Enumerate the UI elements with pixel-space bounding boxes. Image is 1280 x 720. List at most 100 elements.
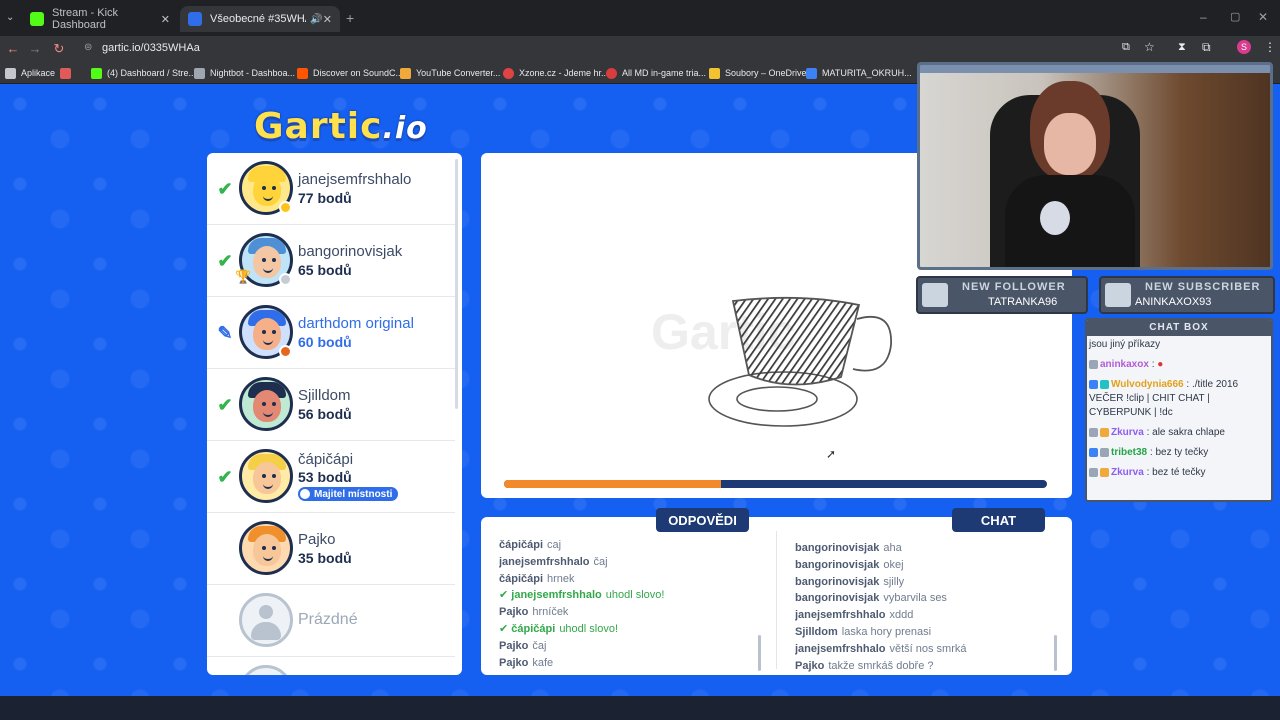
player-row-drawing: ✎ darthdom original 60 bodů	[207, 297, 455, 369]
tab-answers[interactable]: ODPOVĚDI	[656, 508, 749, 532]
close-tab-icon[interactable]: ✕	[161, 13, 170, 26]
drawing-pencil-icon: ✎	[217, 323, 233, 343]
level-badge-icon	[279, 345, 292, 358]
chatbox-user: Zkurva	[1111, 467, 1144, 478]
bookmark-item[interactable]: Soubory – OneDrive	[709, 65, 807, 81]
profile-avatar[interactable]: S	[1237, 40, 1251, 54]
bookmark-item[interactable]: Discover on SoundC...	[297, 65, 403, 81]
new-follower-alert: NEW FOLLOWER TATRANKA96	[916, 276, 1088, 314]
guessed-check-icon: ✔	[217, 179, 233, 199]
bookmark-label: Soubory – OneDrive	[725, 68, 807, 78]
chatbox-title: CHAT BOX	[1087, 320, 1271, 336]
answer-text: hrnek	[547, 572, 575, 585]
player-name: Pajko	[298, 531, 336, 548]
answer-author: Pajko	[499, 656, 529, 669]
chat-line: janejsemfrshhalo větší nos smrká	[795, 641, 1057, 658]
player-points: 35 bodů	[298, 550, 352, 566]
chat-author: Sjilldom	[795, 625, 838, 638]
answers-chat-panel: ODPOVĚDI CHAT čápičápi caj janejsemfrshha…	[481, 508, 1072, 675]
answer-line: janejsemfrshhalo čaj	[499, 554, 769, 571]
player-name: darthdom original	[298, 315, 414, 332]
badge-icon	[1089, 447, 1098, 457]
tab-chat[interactable]: CHAT	[952, 508, 1045, 532]
chat-text: takže smrkáš dobře ?	[828, 659, 934, 672]
bookmark-item[interactable]: (4) Dashboard / Stre...	[91, 65, 196, 81]
xzone-icon	[503, 67, 514, 79]
grid-icon	[60, 67, 71, 79]
chatbox-text: : ale sakra chlape	[1146, 427, 1225, 438]
chat-line: Pajko takže smrkáš dobře ?	[795, 658, 1057, 675]
extension-icon[interactable]: ⧗	[1178, 41, 1186, 54]
forward-button[interactable]: →	[26, 40, 44, 58]
chat-line: janejsemfrshhalo xddd	[795, 607, 1057, 624]
panel-divider	[776, 531, 777, 669]
alert-name: TATRANKA96	[988, 296, 1058, 308]
tab-kick-dashboard[interactable]: Stream - Kick Dashboard ✕	[22, 6, 178, 32]
address-toolbar: ← → ↻ ⊜ gartic.io/0335WHAa ⧉ ☆ ⧗ ⧉ S ⋮	[0, 36, 1280, 62]
badge-icon	[1100, 427, 1109, 437]
bookmark-item[interactable]: MATURITA_OKRUH...	[806, 65, 912, 81]
omnibox[interactable]: ⊜ gartic.io/0335WHAa	[78, 38, 1108, 60]
logo-main: Gartic	[254, 106, 383, 147]
badge-icon	[1100, 379, 1109, 389]
guessed-check-icon: ✔	[217, 395, 233, 415]
answer-author: čápičápi	[511, 622, 556, 635]
answer-line: Pajko čaj	[499, 638, 769, 655]
bookmark-label: Xzone.cz - Jdeme hr...	[519, 68, 609, 78]
answer-author: čápičápi	[499, 572, 544, 585]
badge-icon	[1089, 379, 1098, 389]
chat-author: janejsemfrshhalo	[795, 609, 886, 622]
chatbox-text: jsou jiný příkazy	[1089, 339, 1161, 350]
chatbox-line: Zkurva : ale sakra chlape	[1087, 426, 1271, 440]
new-subscriber-alert: NEW SUBSCRIBER ANINKAXOX93	[1099, 276, 1275, 314]
bookmark-label: Nightbot - Dashboa...	[210, 68, 296, 78]
chatbox-line: Wulvodynia666 : ./title 2016 VEČER !clip…	[1087, 378, 1271, 420]
empty-slot-label: Prázdné	[298, 611, 358, 628]
close-window-button[interactable]: ✕	[1258, 10, 1268, 24]
heart-icon	[922, 283, 948, 307]
tab-search-icon[interactable]: ⌄	[6, 12, 14, 23]
bookmark-star-icon[interactable]: ☆	[1144, 40, 1155, 54]
alert-label: NEW FOLLOWER	[962, 281, 1066, 293]
back-button[interactable]: ←	[4, 40, 22, 58]
empty-slot[interactable]: Prázdné	[207, 585, 455, 657]
empty-slot[interactable]	[207, 657, 455, 675]
new-tab-button[interactable]: +	[346, 10, 354, 26]
menu-kebab-icon[interactable]: ⋮	[1264, 40, 1276, 54]
players-scrollbar[interactable]	[455, 159, 458, 409]
bookmark-apps[interactable]: Aplikace	[5, 65, 55, 81]
player-name: Sjilldom	[298, 387, 351, 404]
install-icon[interactable]: ⧉	[1122, 41, 1130, 54]
answer-author: Pajko	[499, 639, 529, 652]
chat-scrollbar[interactable]	[1054, 635, 1057, 671]
bookmark-item[interactable]	[60, 65, 76, 81]
minimize-button[interactable]: –	[1200, 10, 1207, 24]
guessed-check-icon: ✔	[217, 467, 233, 487]
site-info-icon[interactable]: ⊜	[84, 42, 92, 53]
webcam-frame-strip	[920, 65, 1270, 73]
url-text: gartic.io/0335WHAa	[102, 42, 200, 54]
answers-scrollbar[interactable]	[758, 635, 761, 671]
tab-gartic[interactable]: Všeobecné #35WHAa (Češt 🔊 ✕	[180, 6, 340, 32]
bookmark-item[interactable]: YouTube Converter...	[400, 65, 500, 81]
guessed-check-icon: ✔	[217, 251, 233, 271]
player-points: 56 bodů	[298, 406, 352, 422]
reload-button[interactable]: ↻	[50, 40, 68, 58]
badge-icon	[1089, 467, 1098, 477]
onedrive-icon	[709, 67, 720, 79]
maximize-button[interactable]: ▢	[1230, 10, 1240, 23]
chatbox-line: tribet38 : bez ty tečky	[1087, 446, 1271, 460]
answer-line: čápičápi caj	[499, 537, 769, 554]
close-tab-icon[interactable]: ✕	[323, 13, 332, 26]
extensions-puzzle-icon[interactable]: ⧉	[1202, 40, 1211, 55]
bookmark-item[interactable]: Nightbot - Dashboa...	[194, 65, 295, 81]
bookmark-item[interactable]: All MD in-game tria...	[606, 65, 706, 81]
answer-line: Pajko hrníček	[499, 604, 769, 621]
bookmark-item[interactable]: Xzone.cz - Jdeme hr...	[503, 65, 609, 81]
player-points: 77 bodů	[298, 190, 352, 206]
player-points: 65 bodů	[298, 262, 352, 278]
bookmark-label: All MD in-game tria...	[622, 68, 707, 78]
chat-author: bangorinovisjak	[795, 542, 880, 554]
chatbox-line: Zkurva : bez té tečky	[1087, 466, 1271, 480]
speaker-icon[interactable]: 🔊	[310, 14, 322, 25]
